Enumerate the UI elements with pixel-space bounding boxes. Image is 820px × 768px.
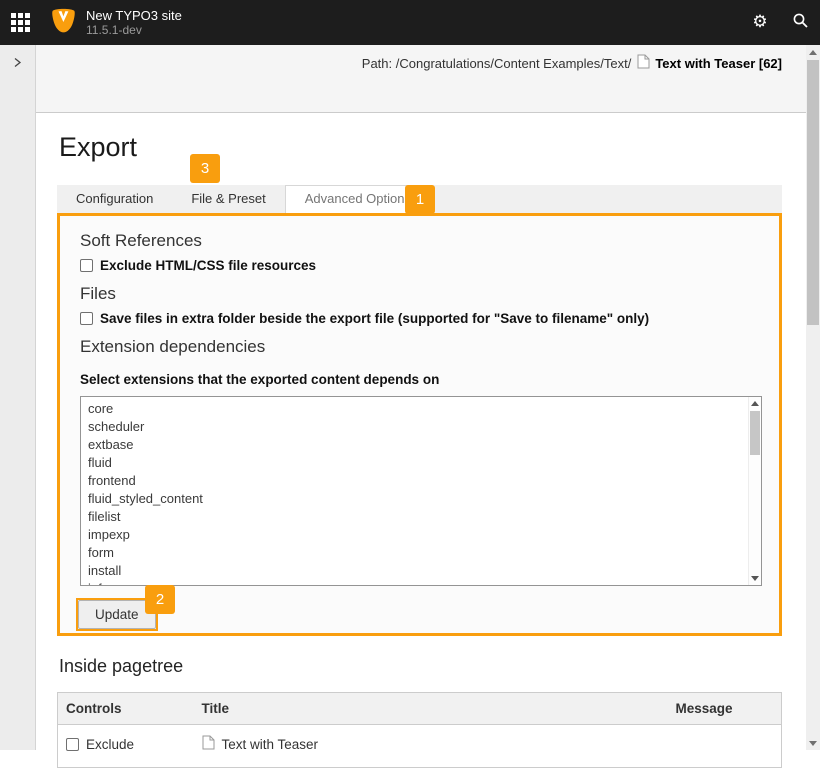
- extensions-multiselect[interactable]: core scheduler extbase fluid frontend fl…: [80, 396, 762, 586]
- table-row: Exclude Text with Teaser: [58, 725, 782, 768]
- exclude-html-css-label: Exclude HTML/CSS file resources: [100, 258, 316, 273]
- extension-option[interactable]: frontend: [81, 472, 761, 490]
- extension-option[interactable]: info: [81, 580, 761, 586]
- page-title: Export: [59, 132, 806, 163]
- page-scrollbar-thumb[interactable]: [807, 60, 819, 325]
- site-version: 11.5.1-dev: [86, 23, 182, 37]
- document-icon: [637, 54, 650, 72]
- listbox-scrollbar-thumb[interactable]: [750, 411, 760, 455]
- record-row-message: [662, 725, 782, 768]
- scroll-up-icon[interactable]: [806, 45, 820, 59]
- document-icon: [202, 735, 215, 753]
- pagetree-table: Controls Title Message Exclude: [57, 692, 782, 768]
- save-files-extra-folder-label: Save files in extra folder beside the ex…: [100, 311, 649, 326]
- expand-sidebar-button[interactable]: [0, 47, 35, 83]
- advanced-options-panel: Soft References Exclude HTML/CSS file re…: [57, 213, 782, 636]
- exclude-label: Exclude: [86, 737, 134, 752]
- scroll-up-icon[interactable]: [749, 397, 761, 410]
- tab-configuration[interactable]: Configuration: [57, 185, 172, 213]
- topbar: New TYPO3 site 11.5.1-dev ⚙: [0, 0, 820, 45]
- search-toolbar-button[interactable]: [780, 0, 820, 45]
- extension-option[interactable]: scheduler: [81, 418, 761, 436]
- docheader: Path: /Congratulations/Content Examples/…: [36, 45, 806, 113]
- listbox-scrollbar[interactable]: [748, 397, 761, 585]
- extension-option[interactable]: install: [81, 562, 761, 580]
- tab-file-preset[interactable]: File & Preset: [172, 185, 284, 213]
- extension-option[interactable]: extbase: [81, 436, 761, 454]
- record-row-title: Text with Teaser: [222, 737, 319, 752]
- soft-references-heading: Soft References: [80, 231, 762, 251]
- controls-column-header: Controls: [58, 693, 194, 725]
- export-module: Export 3 1 2 Configuration File & Preset…: [36, 113, 806, 750]
- scroll-down-icon[interactable]: [749, 572, 761, 585]
- search-icon: [792, 12, 809, 34]
- site-title: New TYPO3 site: [86, 8, 182, 23]
- message-column-header: Message: [662, 693, 782, 725]
- extension-option[interactable]: fluid_styled_content: [81, 490, 761, 508]
- extension-option[interactable]: impexp: [81, 526, 761, 544]
- page-scrollbar[interactable]: [806, 45, 820, 750]
- inside-pagetree-heading: Inside pagetree: [59, 656, 183, 677]
- exclude-record-checkbox[interactable]: [66, 738, 79, 751]
- select-extensions-label: Select extensions that the exported cont…: [80, 372, 762, 387]
- apps-grid-icon: [11, 13, 30, 32]
- gear-icon: ⚙: [752, 14, 767, 31]
- exclude-html-css-checkbox[interactable]: [80, 259, 93, 272]
- table-header-row: Controls Title Message: [58, 693, 782, 725]
- files-heading: Files: [80, 284, 762, 304]
- typo3-brand[interactable]: New TYPO3 site 11.5.1-dev: [51, 8, 182, 38]
- settings-toolbar-button[interactable]: ⚙: [740, 0, 780, 45]
- annotation-badge-2: 2: [145, 585, 175, 614]
- extension-option[interactable]: core: [81, 400, 761, 418]
- typo3-logo-icon: [51, 8, 76, 38]
- annotation-badge-1: 1: [405, 185, 435, 214]
- update-button[interactable]: Update: [78, 600, 156, 629]
- record-link[interactable]: Text with Teaser [62]: [637, 54, 782, 72]
- annotation-badge-3: 3: [190, 154, 220, 183]
- extension-option[interactable]: form: [81, 544, 761, 562]
- chevron-right-icon: [12, 56, 23, 74]
- collapsed-pagetree-sidebar: [0, 45, 36, 750]
- extension-option[interactable]: fluid: [81, 454, 761, 472]
- save-files-extra-folder-checkbox[interactable]: [80, 312, 93, 325]
- record-title: Text with Teaser [62]: [655, 56, 782, 71]
- title-column-header: Title: [194, 693, 662, 725]
- extension-dependencies-heading: Extension dependencies: [80, 337, 762, 357]
- extension-option[interactable]: filelist: [81, 508, 761, 526]
- scroll-down-icon[interactable]: [806, 736, 820, 750]
- record-path: Path: /Congratulations/Content Examples/…: [362, 56, 632, 71]
- module-menu-toggle-button[interactable]: [0, 0, 40, 45]
